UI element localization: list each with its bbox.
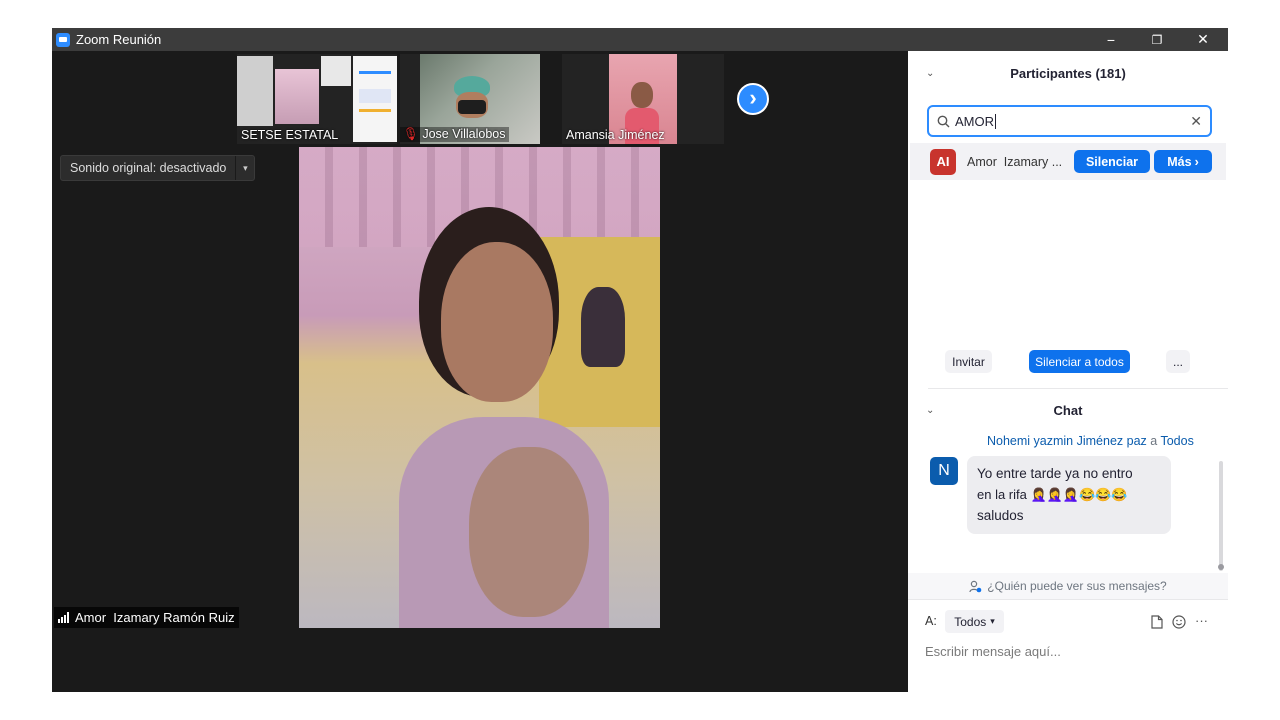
thumbnail-name-row: 🎙 Jose Villalobos <box>400 127 509 142</box>
invite-button[interactable]: Invitar <box>945 350 992 373</box>
sidebar-panel: ⌄ Participantes (181) AMOR ✕ AI Amor Iza… <box>908 51 1228 692</box>
more-options-button[interactable]: ... <box>1166 350 1190 373</box>
zoom-window: Zoom Reunión − ❐ ✕ SETSE ESTATAL 🎙 Jose … <box>52 28 1228 692</box>
video-thumbnail[interactable]: Amansia Jiménez <box>562 54 724 144</box>
clear-search-icon[interactable]: ✕ <box>1190 113 1202 130</box>
search-value: AMOR <box>955 113 994 129</box>
chat-header: ⌄ Chat <box>908 392 1228 428</box>
avatar: N <box>930 457 958 485</box>
shared-phone-screen <box>353 56 397 142</box>
original-sound-toggle[interactable]: Sonido original: desactivado ▾ <box>60 155 256 181</box>
message-privacy-link[interactable]: ¿Quién puede ver sus mensajes? <box>908 573 1228 599</box>
close-window-button[interactable]: ✕ <box>1180 28 1226 51</box>
chevron-down-icon: ▾ <box>990 616 995 626</box>
shared-screen <box>321 56 351 86</box>
text-cursor <box>995 113 996 129</box>
minimize-button[interactable]: − <box>1088 28 1134 51</box>
collapse-chat-icon[interactable]: ⌄ <box>926 405 934 416</box>
mute-all-button[interactable]: Silenciar a todos <box>1029 350 1130 373</box>
chat-message-header: Nohemi yazmin Jiménez paz a Todos <box>987 434 1194 448</box>
chat-connector: a <box>1150 434 1158 448</box>
participant-search-input[interactable]: AMOR ✕ <box>927 105 1212 137</box>
zoom-logo-icon <box>56 32 70 47</box>
avatar: AI <box>930 148 956 175</box>
recipient-select-value: Todos <box>954 614 987 629</box>
participant-list-item[interactable]: AI Amor Izamary ... Silenciar Más › <box>910 143 1226 180</box>
more-icon[interactable]: ··· <box>1195 613 1208 628</box>
person-icon <box>969 580 982 592</box>
chat-title: Chat <box>1053 402 1083 418</box>
chat-input-placeholder: Escribir mensaje aquí... <box>925 643 1061 659</box>
video-area: SETSE ESTATAL 🎙 Jose Villalobos Amansia … <box>52 51 908 692</box>
section-divider <box>908 599 1228 600</box>
caret-down-icon[interactable]: ▾ <box>236 163 254 174</box>
video-thumbnail[interactable]: 🎙 Jose Villalobos <box>400 54 540 144</box>
mute-participant-button[interactable]: Silenciar <box>1074 150 1150 173</box>
chat-text-line: saludos <box>977 508 1024 524</box>
face <box>441 242 553 402</box>
more-label: Más <box>1167 154 1192 169</box>
restore-button[interactable]: ❐ <box>1134 28 1180 51</box>
original-sound-label: Sonido original: desactivado <box>61 156 237 180</box>
participant-video <box>275 69 319 124</box>
thumbnail-name: Jose Villalobos <box>422 127 506 141</box>
active-speaker-name: Amor Izamary Ramón Ruiz <box>75 610 235 625</box>
active-speaker-label: Amor Izamary Ramón Ruiz <box>54 607 239 628</box>
hanging-bag <box>581 287 625 367</box>
privacy-text: ¿Quién puede ver sus mensajes? <box>987 579 1167 593</box>
search-icon <box>937 115 950 127</box>
thumbnail-name: SETSE ESTATAL <box>241 128 339 142</box>
chat-text-line: en la rifa 🤦‍♀️🤦‍♀️🤦‍♀️😂😂😂 <box>977 486 1128 502</box>
thumbnail-name: Amansia Jiménez <box>566 128 665 142</box>
chat-text-line: Yo entre tarde ya no entro <box>977 466 1133 481</box>
next-page-button[interactable]: › <box>737 83 769 115</box>
more-participant-button[interactable]: Más › <box>1154 150 1212 173</box>
connection-signal-icon <box>58 612 69 623</box>
chat-sender[interactable]: Nohemi yazmin Jiménez paz <box>987 434 1147 448</box>
shared-photo <box>237 56 273 126</box>
recipient-select[interactable]: Todos ▾ <box>945 610 1004 633</box>
file-icon[interactable] <box>1151 615 1163 629</box>
chevron-right-icon: › <box>1194 154 1199 169</box>
collapse-participants-icon[interactable]: ⌄ <box>926 68 934 79</box>
chevron-right-icon: › <box>749 84 757 110</box>
hand <box>469 447 589 617</box>
chat-message-input[interactable]: Escribir mensaje aquí... <box>925 640 1215 662</box>
participant-name: Amor Izamary ... <box>967 154 1063 169</box>
mic-muted-icon: 🎙 <box>403 127 419 141</box>
chat-bubble: Yo entre tarde ya no entro en la rifa 🤦‍… <box>967 456 1171 534</box>
participants-header: ⌄ Participantes (181) <box>908 55 1228 91</box>
window-title: Zoom Reunión <box>76 32 162 47</box>
title-bar: Zoom Reunión − ❐ ✕ <box>52 28 1228 51</box>
section-divider <box>928 388 1228 389</box>
scrollbar-thumb[interactable] <box>1218 564 1224 570</box>
participants-title: Participantes (181) <box>1010 65 1126 81</box>
chat-scrollbar[interactable] <box>1218 461 1224 571</box>
emoji-icon[interactable] <box>1172 615 1186 629</box>
to-label: A: <box>925 614 937 628</box>
active-speaker-video <box>299 147 660 628</box>
chat-recipient[interactable]: Todos <box>1160 434 1193 448</box>
video-thumbnail[interactable]: SETSE ESTATAL <box>237 54 397 144</box>
